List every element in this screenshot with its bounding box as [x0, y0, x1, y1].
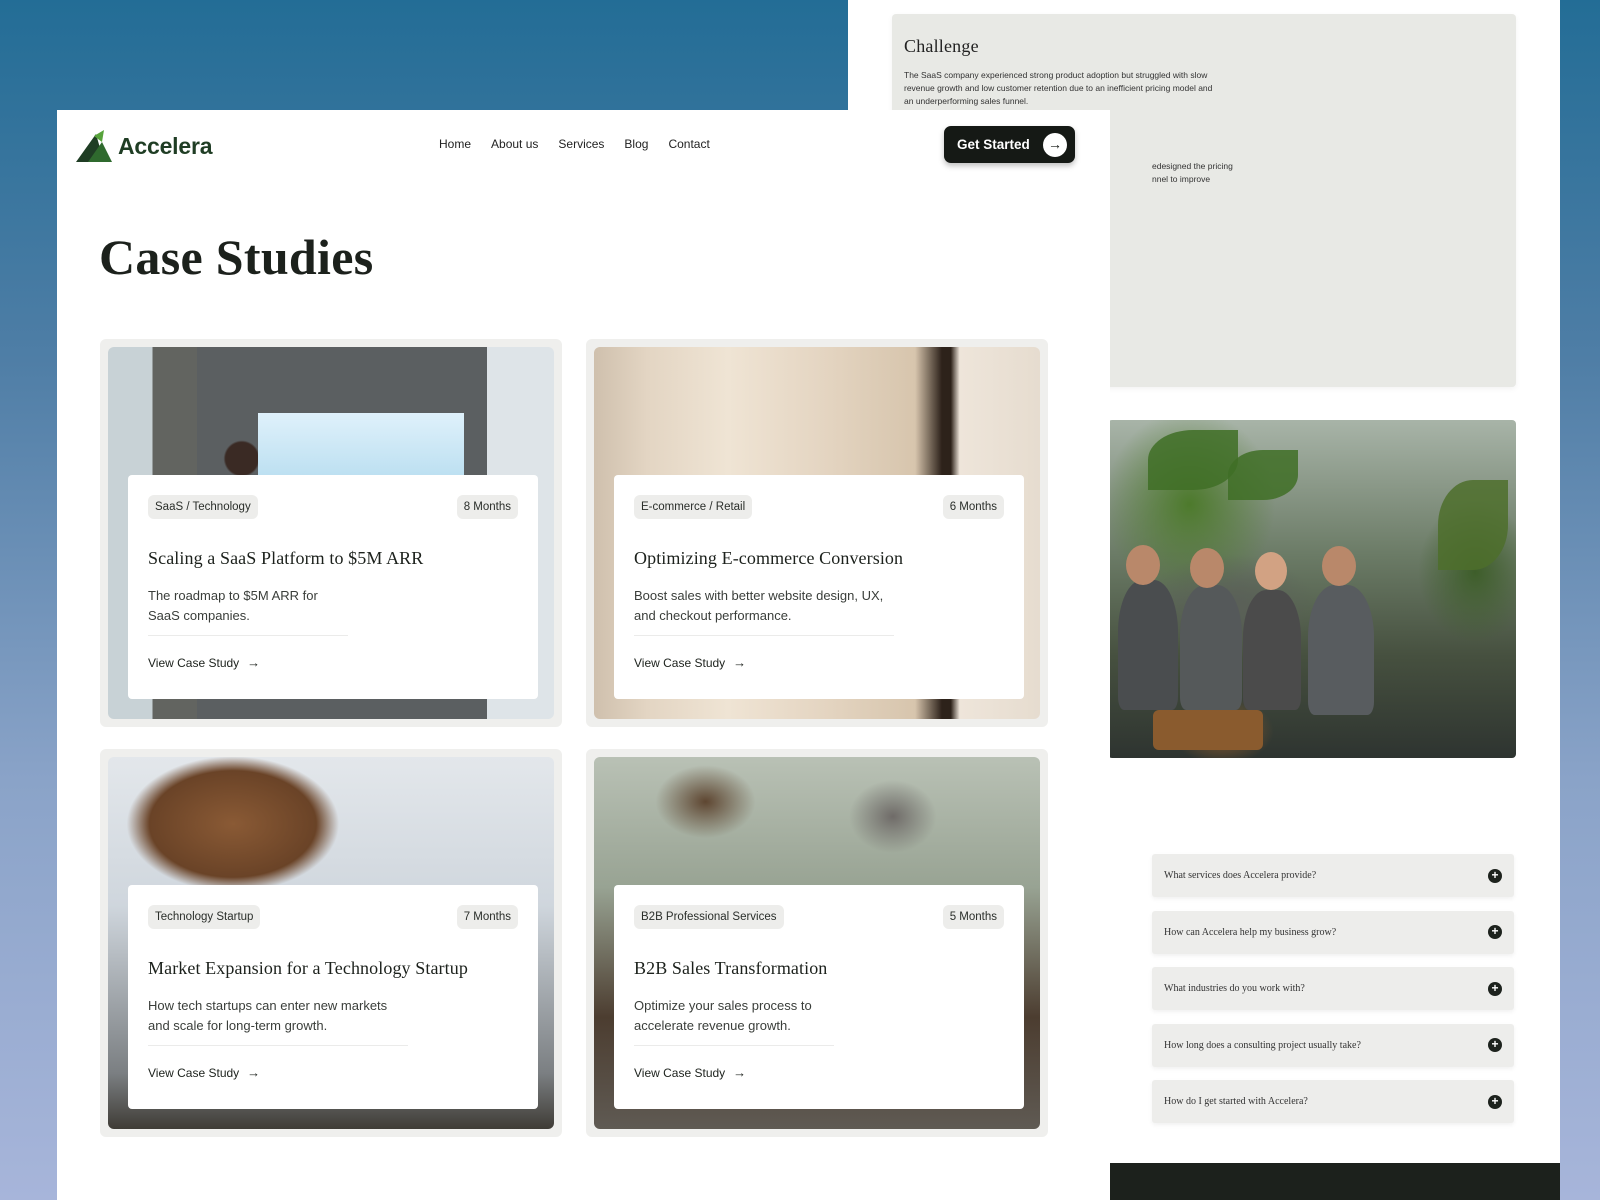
challenge-text: The SaaS company experienced strong prod…	[904, 70, 1213, 106]
card-description: The roadmap to $5M ARR for SaaS companie…	[148, 586, 348, 636]
duration-badge: 8 Months	[456, 495, 518, 519]
card-description: How tech startups can enter new markets …	[148, 996, 408, 1046]
nav-link-about[interactable]: About us	[491, 137, 538, 151]
faq-list: What services does Accelera provide? + H…	[1152, 854, 1514, 1137]
duration-badge: 6 Months	[942, 495, 1004, 519]
faq-item[interactable]: How can Accelera help my business grow? …	[1152, 910, 1514, 954]
nav-link-home[interactable]: Home	[439, 137, 471, 151]
get-started-button[interactable]: Get Started →	[944, 126, 1075, 163]
card-title: Market Expansion for a Technology Startu…	[148, 958, 468, 978]
plus-icon[interactable]: +	[1488, 1038, 1502, 1052]
faq-question: How can Accelera help my business grow?	[1164, 926, 1337, 938]
nav-link-services[interactable]: Services	[558, 137, 604, 151]
main-page: Accelera Home About us Services Blog Con…	[57, 110, 1110, 1200]
nav-link-blog[interactable]: Blog	[624, 137, 648, 151]
plus-icon[interactable]: +	[1488, 925, 1502, 939]
nav-links: Home About us Services Blog Contact	[439, 137, 710, 151]
card-title: B2B Sales Transformation	[634, 958, 828, 978]
faq-question: How long does a consulting project usual…	[1164, 1039, 1361, 1051]
industry-tag: B2B Professional Services	[634, 905, 784, 929]
team-photo	[1108, 420, 1516, 758]
get-started-label: Get Started	[957, 137, 1030, 152]
challenge-text-fragment: edesigned the pricing nnel to improve	[1152, 161, 1233, 184]
top-nav: Accelera Home About us Services Blog Con…	[57, 110, 1110, 190]
page-title: Case Studies	[99, 229, 374, 285]
plus-icon[interactable]: +	[1488, 1094, 1502, 1109]
arrow-right-icon: →	[247, 655, 261, 670]
view-case-study-link[interactable]: View Case Study →	[634, 655, 1004, 670]
case-study-card[interactable]: SaaS / Technology 8 Months Scaling a Saa…	[100, 339, 562, 727]
card-panel: SaaS / Technology 8 Months Scaling a Saa…	[128, 475, 538, 699]
faq-item[interactable]: What industries do you work with? +	[1152, 967, 1514, 1010]
industry-tag: Technology Startup	[148, 905, 261, 929]
brand-name: Accelera	[118, 132, 213, 159]
link-label: View Case Study	[148, 1065, 240, 1080]
presentation-screen	[258, 413, 464, 483]
plus-icon[interactable]: +	[1488, 868, 1502, 883]
logo[interactable]: Accelera	[74, 128, 213, 164]
card-image: B2B Professional Services 5 Months B2B S…	[594, 757, 1040, 1129]
arrow-right-icon: →	[733, 1065, 747, 1080]
logo-mark-icon	[76, 130, 112, 162]
industry-tag: E-commerce / Retail	[634, 495, 753, 519]
card-panel: E-commerce / Retail 6 Months Optimizing …	[614, 475, 1024, 699]
plus-icon[interactable]: +	[1488, 981, 1502, 996]
card-title: Optimizing E-commerce Conversion	[634, 548, 904, 568]
footer-strip	[1108, 1163, 1560, 1200]
link-label: View Case Study	[634, 1065, 726, 1080]
industry-tag: SaaS / Technology	[148, 495, 258, 519]
arrow-right-icon: →	[733, 655, 747, 670]
case-study-card[interactable]: B2B Professional Services 5 Months B2B S…	[586, 749, 1048, 1137]
case-study-card[interactable]: E-commerce / Retail 6 Months Optimizing …	[586, 339, 1048, 727]
view-case-study-link[interactable]: View Case Study →	[634, 1065, 1004, 1080]
case-study-card[interactable]: Technology Startup 7 Months Market Expan…	[100, 749, 562, 1137]
faq-question: What industries do you work with?	[1164, 983, 1305, 994]
card-image: SaaS / Technology 8 Months Scaling a Saa…	[108, 347, 554, 719]
challenge-title: Challenge	[904, 36, 979, 56]
faq-question: What services does Accelera provide?	[1164, 870, 1317, 881]
card-image: E-commerce / Retail 6 Months Optimizing …	[594, 347, 1040, 719]
link-label: View Case Study	[148, 655, 240, 670]
faq-item[interactable]: How do I get started with Accelera? +	[1152, 1080, 1514, 1123]
arrow-right-icon: →	[1043, 133, 1067, 157]
view-case-study-link[interactable]: View Case Study →	[148, 1065, 518, 1080]
faq-item[interactable]: What services does Accelera provide? +	[1152, 854, 1514, 897]
faq-item[interactable]: How long does a consulting project usual…	[1152, 1023, 1514, 1067]
card-description: Boost sales with better website design, …	[634, 586, 894, 636]
duration-badge: 7 Months	[456, 905, 518, 929]
card-description: Optimize your sales process to accelerat…	[634, 996, 834, 1046]
link-label: View Case Study	[634, 655, 726, 670]
duration-badge: 5 Months	[942, 905, 1004, 929]
view-case-study-link[interactable]: View Case Study →	[148, 655, 518, 670]
nav-link-contact[interactable]: Contact	[668, 137, 709, 151]
card-title: Scaling a SaaS Platform to $5M ARR	[148, 548, 424, 568]
card-panel: Technology Startup 7 Months Market Expan…	[128, 885, 538, 1109]
card-panel: B2B Professional Services 5 Months B2B S…	[614, 885, 1024, 1109]
card-image: Technology Startup 7 Months Market Expan…	[108, 757, 554, 1129]
arrow-right-icon: →	[247, 1065, 261, 1080]
faq-question: How do I get started with Accelera?	[1164, 1096, 1308, 1107]
